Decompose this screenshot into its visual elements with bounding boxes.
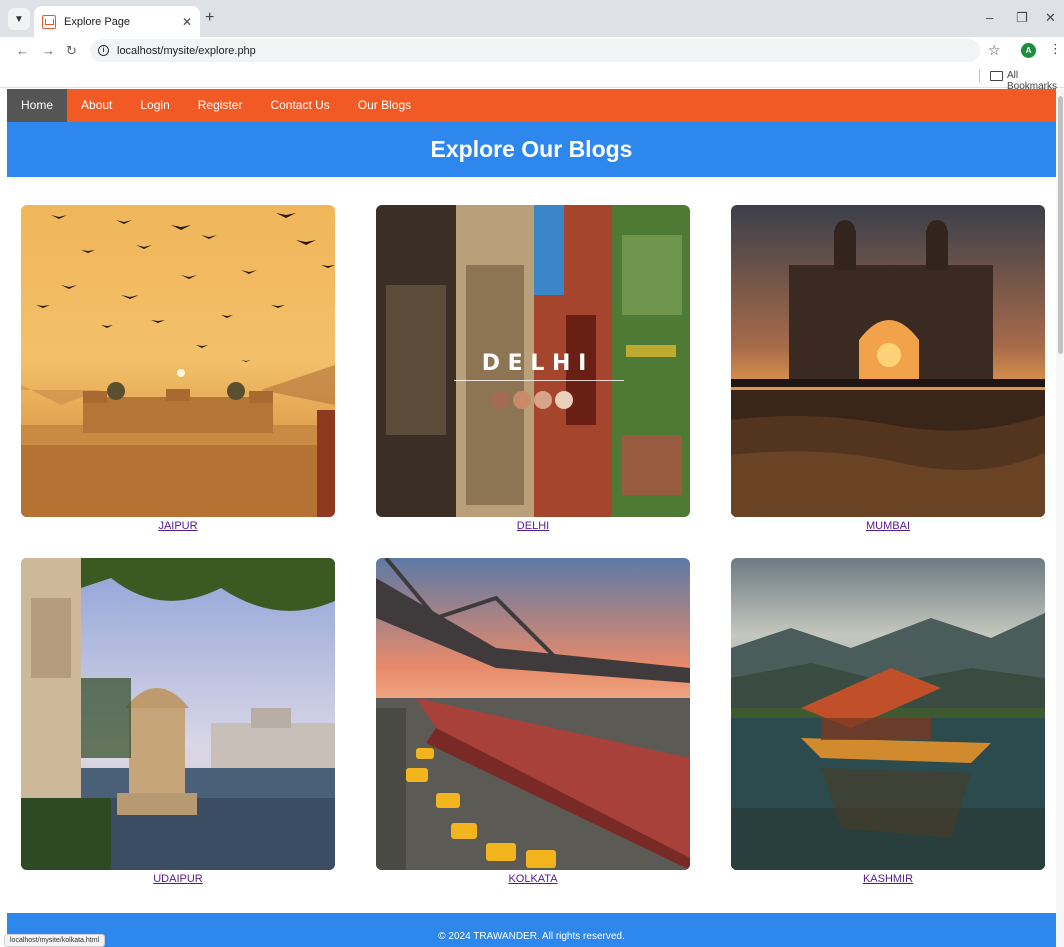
card-link-delhi[interactable]: DELHI	[376, 520, 690, 532]
nav-item-our-blogs[interactable]: Our Blogs	[344, 89, 425, 122]
bookmarks-bar: All Bookmarks	[0, 64, 1064, 92]
status-bar-url: localhost/mysite/kolkata.html	[4, 934, 106, 947]
reload-icon[interactable]: ↻	[66, 43, 77, 59]
tab-search-button[interactable]: ▼	[8, 8, 30, 30]
info-icon[interactable]: i	[98, 45, 109, 56]
tab-title: Explore Page	[64, 15, 131, 28]
minimize-icon[interactable]: –	[986, 10, 993, 25]
kashmir-image[interactable]	[731, 558, 1045, 870]
card-jaipur: JAIPUR	[21, 205, 335, 532]
card-link-kashmir[interactable]: KASHMIR	[731, 873, 1045, 885]
forward-icon[interactable]: →	[42, 43, 55, 58]
hero-banner: Explore Our Blogs	[7, 122, 1056, 177]
delhi-overlay-text: D E L H I	[482, 351, 587, 376]
profile-avatar[interactable]: A	[1021, 43, 1036, 58]
menu-kebab-icon[interactable]: ⋮	[1049, 41, 1062, 57]
restore-icon[interactable]: ❐	[1016, 10, 1028, 26]
url-text[interactable]: localhost/mysite/explore.php	[117, 45, 256, 57]
udaipur-image[interactable]	[21, 558, 335, 870]
mumbai-image[interactable]	[731, 205, 1045, 517]
card-udaipur: UDAIPUR	[21, 558, 335, 885]
card-link-mumbai[interactable]: MUMBAI	[731, 520, 1045, 532]
calendar-icon	[42, 14, 56, 29]
page-title: Explore Our Blogs	[430, 136, 633, 162]
site-footer: © 2024 TRAWANDER. All rights reserved.	[7, 913, 1056, 947]
scrollbar-thumb[interactable]	[1058, 96, 1063, 354]
nav-item-home[interactable]: Home	[7, 89, 68, 122]
card-link-kolkata[interactable]: KOLKATA	[376, 873, 690, 885]
browser-tabstrip: ▼ Explore Page ✕ + – ❐ ✕	[0, 0, 1064, 37]
folder-icon[interactable]	[990, 71, 1003, 81]
site-nav: Home About Login Register Contact Us Our…	[7, 89, 1056, 122]
browser-toolbar: ← → ↻ i localhost/mysite/explore.php ☆ A…	[0, 37, 1064, 64]
nav-item-register[interactable]: Register	[184, 89, 257, 122]
address-bar[interactable]: i localhost/mysite/explore.php	[90, 39, 980, 62]
nav-item-about[interactable]: About	[67, 89, 126, 122]
bookmark-star-icon[interactable]: ☆	[988, 42, 1001, 59]
bookmarks-separator	[979, 69, 980, 83]
card-kashmir: KASHMIR	[731, 558, 1045, 885]
card-kolkata: KOLKATA	[376, 558, 690, 885]
delhi-image[interactable]: D E L H I	[376, 205, 690, 517]
card-mumbai: MUMBAI	[731, 205, 1045, 532]
nav-item-login[interactable]: Login	[126, 89, 183, 122]
page-viewport: Home About Login Register Contact Us Our…	[0, 89, 1056, 947]
card-link-udaipur[interactable]: UDAIPUR	[21, 873, 335, 885]
close-tab-icon[interactable]: ✕	[182, 15, 192, 29]
browser-tab[interactable]: Explore Page ✕	[34, 6, 200, 37]
kolkata-image[interactable]	[376, 558, 690, 870]
back-icon[interactable]: ←	[16, 43, 29, 58]
footer-text: © 2024 TRAWANDER. All rights reserved.	[438, 931, 625, 942]
jaipur-image[interactable]	[21, 205, 335, 517]
card-link-jaipur[interactable]: JAIPUR	[21, 520, 335, 532]
close-window-icon[interactable]: ✕	[1045, 10, 1056, 26]
card-delhi: D E L H I DELHI	[376, 205, 690, 532]
new-tab-icon[interactable]: +	[205, 10, 214, 26]
nav-item-contact-us[interactable]: Contact Us	[256, 89, 343, 122]
